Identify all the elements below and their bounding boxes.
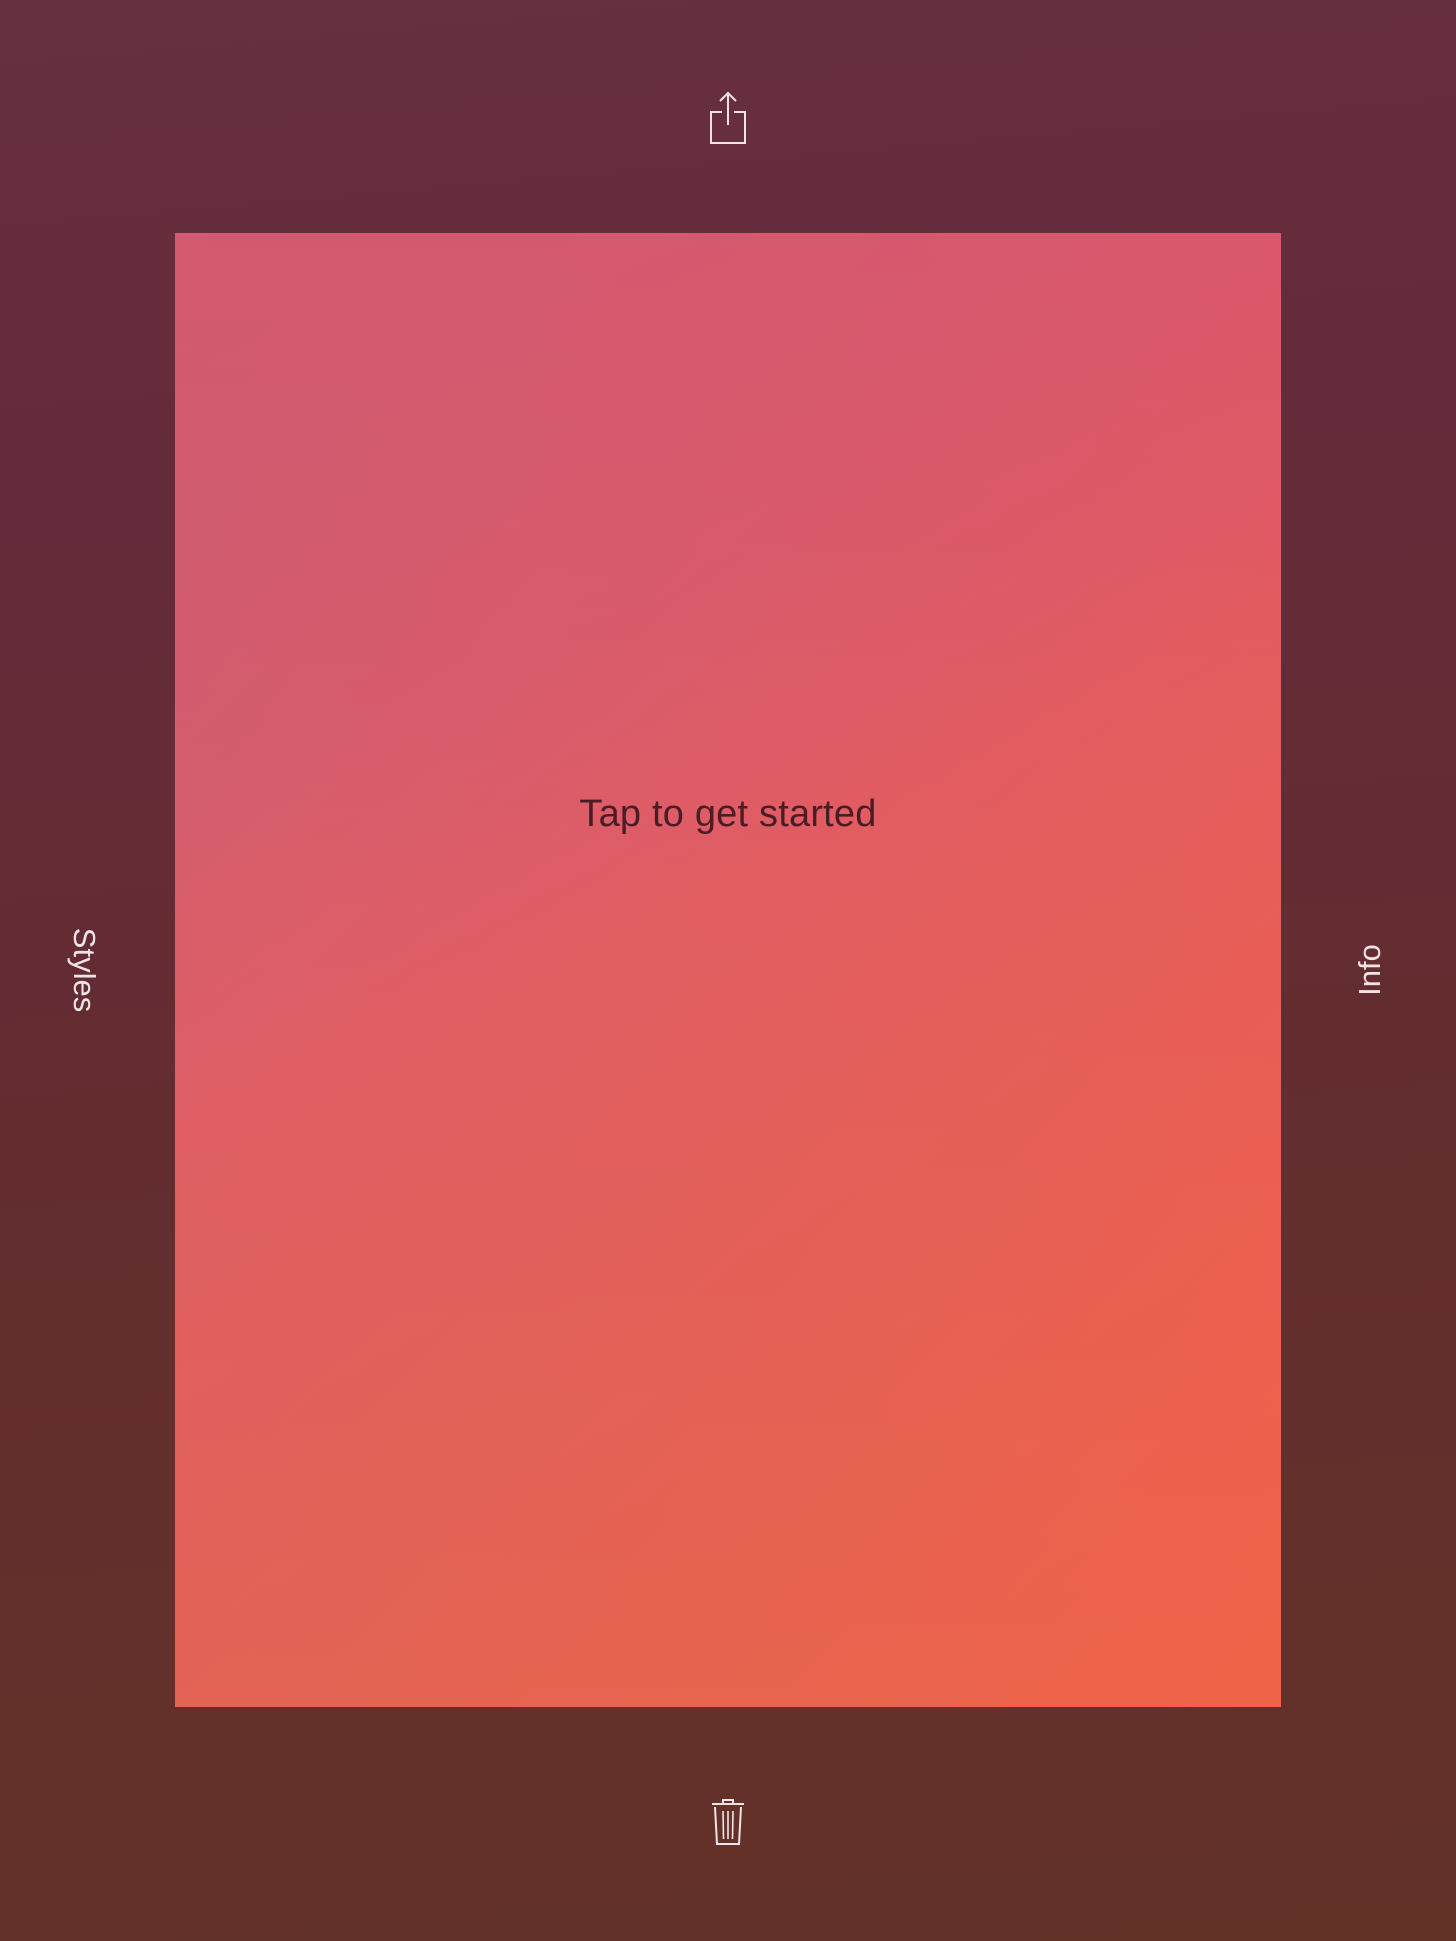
share-button[interactable] <box>699 88 757 148</box>
info-tab[interactable]: Info <box>1352 944 1388 996</box>
drawing-canvas[interactable]: Tap to get started <box>175 233 1281 1707</box>
get-started-hint: Tap to get started <box>579 793 877 835</box>
styles-tab[interactable]: Styles <box>66 928 102 1012</box>
trash-icon <box>712 1799 744 1845</box>
delete-button[interactable] <box>699 1793 757 1851</box>
share-icon <box>710 91 746 144</box>
